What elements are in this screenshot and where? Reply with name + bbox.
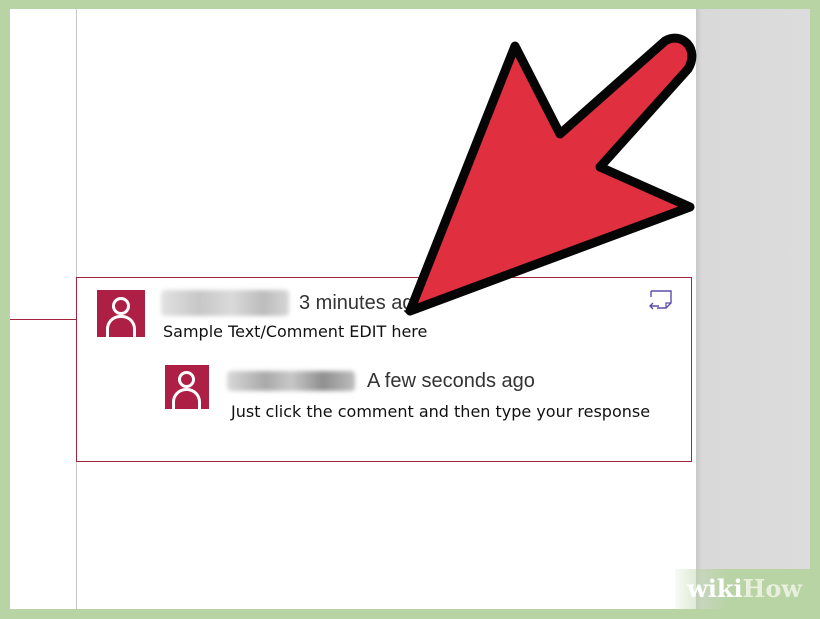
watermark-how: How <box>742 574 802 603</box>
document-frame: 3 minutes ago Sample Text/Comment EDIT h… <box>10 9 810 609</box>
reply-text[interactable]: Just click the comment and then type you… <box>231 399 661 425</box>
wikihow-watermark: wikiHow <box>675 569 810 609</box>
reply-avatar-icon <box>165 365 209 409</box>
avatar-body <box>172 388 201 409</box>
comment-author-name-blurred <box>161 290 289 316</box>
avatar-body <box>106 315 136 337</box>
comment-text[interactable]: Sample Text/Comment EDIT here <box>163 322 427 341</box>
comment-timestamp: 3 minutes ago <box>299 292 425 314</box>
watermark-wiki: wiki <box>687 574 743 603</box>
reply-icon[interactable] <box>647 288 675 312</box>
avatar-head <box>112 297 130 315</box>
comments-pane-background <box>696 9 810 609</box>
reply-author-name-blurred <box>227 371 355 391</box>
comment-anchor-line <box>10 319 77 320</box>
avatar-head <box>178 371 195 388</box>
comment-avatar-icon <box>97 290 145 337</box>
reply-timestamp: A few seconds ago <box>367 370 535 392</box>
comment-thread[interactable]: 3 minutes ago Sample Text/Comment EDIT h… <box>76 277 692 462</box>
